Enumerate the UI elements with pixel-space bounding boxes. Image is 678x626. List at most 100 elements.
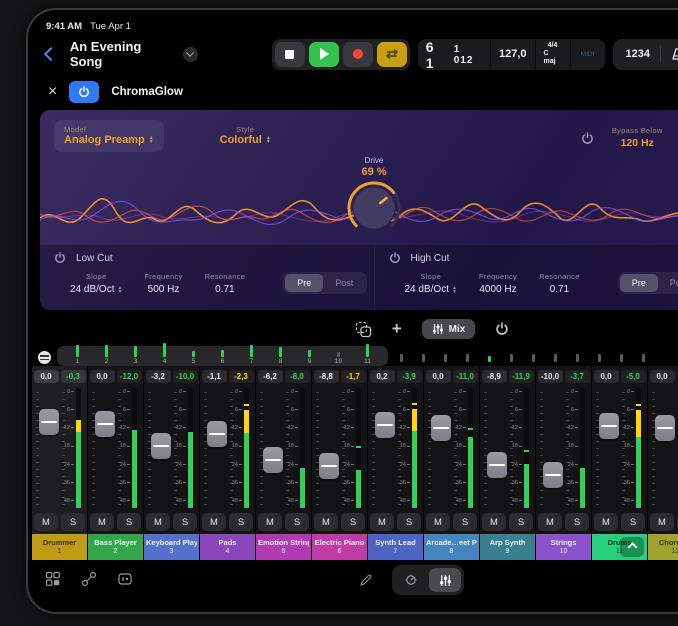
lcd-display[interactable]: 6 1 1 012 127,0 4/4C maj MIDI	[418, 39, 605, 70]
fader-db-value[interactable]: 0,0	[34, 370, 59, 383]
fader-db-value[interactable]: 0,0	[426, 370, 451, 383]
mix-view-button[interactable]: Mix	[422, 319, 476, 339]
close-icon[interactable]: ×	[48, 84, 57, 100]
high-cut-resonance[interactable]: Resonance 0.71	[539, 272, 580, 295]
track-name-band[interactable]: Pads4	[200, 534, 255, 560]
mute-button[interactable]: M	[314, 513, 338, 531]
low-cut-power-icon[interactable]	[54, 252, 66, 264]
track-name-band[interactable]: Arp Synth9	[480, 534, 535, 560]
fader-db-value[interactable]: 0,2	[370, 370, 395, 383]
count-in-button[interactable]: 1234	[616, 42, 660, 67]
fader-cap[interactable]	[95, 411, 115, 437]
post-button[interactable]: Post	[323, 274, 365, 292]
model-selector[interactable]: Model Analog Preamp▲▼	[54, 120, 164, 152]
mute-button[interactable]: M	[146, 513, 170, 531]
mute-button[interactable]: M	[482, 513, 506, 531]
song-title[interactable]: An Evening Song	[70, 39, 175, 69]
peak-db-value[interactable]: -0,3	[61, 370, 86, 383]
mute-button[interactable]: M	[34, 513, 58, 531]
fader-db-value[interactable]: -8,9	[482, 370, 507, 383]
fader-db-value[interactable]: -10,0	[538, 370, 563, 383]
peak-db-value[interactable]: -11,0	[453, 370, 478, 383]
track-name-band[interactable]: Emotion Strings5	[256, 534, 311, 560]
mute-button[interactable]: M	[258, 513, 282, 531]
style-selector[interactable]: Style Colorful▲▼	[220, 120, 271, 146]
peak-db-value[interactable]: -12,0	[117, 370, 142, 383]
fader-cap[interactable]	[655, 415, 675, 441]
track-name-band[interactable]: Electric Piano6	[312, 534, 367, 560]
track-name-band[interactable]: Drums11	[592, 534, 647, 560]
post-button[interactable]: Post	[658, 274, 678, 292]
fader-db-value[interactable]: -1,1	[202, 370, 227, 383]
fader-db-value[interactable]: -8,8	[314, 370, 339, 383]
track-name-band[interactable]: Chorus V12	[648, 534, 678, 560]
solo-button[interactable]: S	[621, 513, 645, 531]
add-track-button[interactable]: +	[392, 319, 402, 339]
fader-db-value[interactable]: -6,2	[258, 370, 283, 383]
mute-button[interactable]: M	[90, 513, 114, 531]
low-cut-resonance[interactable]: Resonance 0.71	[205, 272, 246, 295]
track-name-band[interactable]: Arcade…eet Pad8	[424, 534, 479, 560]
fader-db-value[interactable]: 0,0	[650, 370, 675, 383]
track-name-band[interactable]: Strings10	[536, 534, 591, 560]
fader-cap[interactable]	[319, 453, 339, 479]
fader-cap[interactable]	[487, 452, 507, 478]
solo-button[interactable]: S	[453, 513, 477, 531]
mute-button[interactable]: M	[538, 513, 562, 531]
peak-db-value[interactable]: -11,9	[509, 370, 534, 383]
back-chevron-icon[interactable]	[44, 47, 58, 61]
low-cut-slope[interactable]: Slope 24 dB/Oct▲▼	[70, 272, 122, 295]
drive-knob[interactable]	[346, 180, 402, 236]
metronome-button[interactable]	[661, 42, 678, 67]
edit-pencil-button[interactable]	[354, 569, 376, 591]
mute-button[interactable]: M	[202, 513, 226, 531]
mute-button[interactable]: M	[650, 513, 674, 531]
mute-button[interactable]: M	[370, 513, 394, 531]
track-name-band[interactable]: Drummer1	[32, 534, 87, 560]
fader-cap[interactable]	[207, 421, 227, 447]
peak-db-value[interactable]: -1,7	[341, 370, 366, 383]
fader-cap[interactable]	[431, 415, 451, 441]
cycle-button[interactable]	[377, 42, 407, 67]
bypass-power-icon[interactable]	[581, 132, 594, 145]
peak-db-value[interactable]: -10,0	[173, 370, 198, 383]
fader-cap[interactable]	[543, 462, 563, 488]
mixer-power-button[interactable]	[495, 322, 509, 336]
high-cut-frequency[interactable]: Frequency 4000 Hz	[479, 272, 517, 295]
track-name-band[interactable]: Bass Player2	[88, 534, 143, 560]
output-channel-icon[interactable]	[38, 351, 51, 364]
peak-db-value[interactable]: -3,9	[397, 370, 422, 383]
solo-button[interactable]: S	[117, 513, 141, 531]
peak-db-value[interactable]: -5,0	[621, 370, 646, 383]
fader-db-value[interactable]: 0,0	[594, 370, 619, 383]
browser-button[interactable]	[42, 568, 64, 590]
solo-button[interactable]: S	[509, 513, 533, 531]
track-overview-selector[interactable]: 1234567891011	[57, 346, 388, 366]
bypass-below-control[interactable]: Bypass Below 120 Hz	[612, 126, 663, 149]
fader-db-value[interactable]: 0,0	[90, 370, 115, 383]
track-name-band[interactable]: Synth Lead7	[368, 534, 423, 560]
solo-button[interactable]: S	[61, 513, 85, 531]
solo-button[interactable]: S	[229, 513, 253, 531]
mixer-view-button[interactable]	[429, 568, 461, 592]
routing-button[interactable]	[78, 568, 100, 590]
pre-button[interactable]: Pre	[620, 274, 658, 292]
solo-button[interactable]: S	[285, 513, 309, 531]
mute-button[interactable]: M	[426, 513, 450, 531]
track-overview-extra[interactable]	[400, 354, 645, 366]
duplicate-button[interactable]	[355, 321, 372, 338]
fader-cap[interactable]	[599, 413, 619, 439]
low-cut-frequency[interactable]: Frequency 500 Hz	[144, 272, 182, 295]
solo-button[interactable]: S	[565, 513, 589, 531]
fader-cap[interactable]	[263, 447, 283, 473]
mute-button[interactable]: M	[594, 513, 618, 531]
fader-db-value[interactable]: -3,2	[146, 370, 171, 383]
fader-cap[interactable]	[39, 409, 59, 435]
stop-button[interactable]	[275, 42, 305, 67]
peak-db-value[interactable]: -3,7	[565, 370, 590, 383]
song-menu-chevron-icon[interactable]	[183, 47, 198, 62]
pre-button[interactable]: Pre	[285, 274, 323, 292]
peak-db-value[interactable]: -2,3	[229, 370, 254, 383]
controls-view-button[interactable]	[395, 568, 427, 592]
solo-button[interactable]: S	[341, 513, 365, 531]
